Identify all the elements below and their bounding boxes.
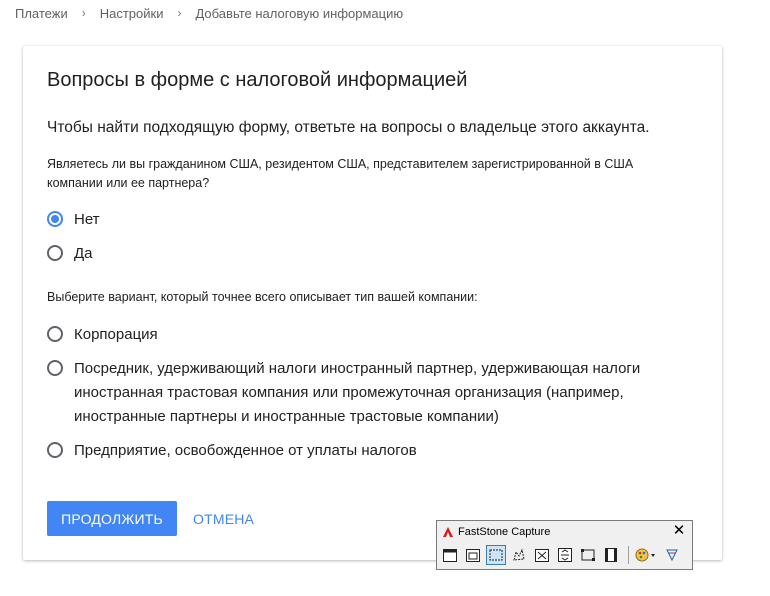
- radio-option-intermediary[interactable]: Посредник, удерживающий налоги иностранн…: [47, 357, 674, 429]
- faststone-title: FastStone Capture: [458, 526, 551, 538]
- breadcrumb-current-page: Добавьте налоговую информацию: [195, 5, 404, 21]
- radio-button-icon[interactable]: [47, 360, 63, 376]
- radio-option-no[interactable]: Нет: [47, 208, 674, 232]
- continue-button[interactable]: ПРОДОЛЖИТЬ: [47, 501, 177, 536]
- toolbar-divider: [628, 546, 629, 564]
- breadcrumb-separator-icon: ›: [81, 6, 86, 20]
- radio-label: Корпорация: [74, 326, 158, 343]
- card-title: Вопросы в форме с налоговой информацией: [47, 69, 468, 91]
- breadcrumb-settings[interactable]: Настройки: [100, 6, 164, 21]
- question-us-person: Являетесь ли вы гражданином США, резиден…: [47, 157, 634, 190]
- freehand-capture-icon[interactable]: [509, 545, 529, 565]
- radio-option-tax-exempt[interactable]: Предприятие, освобожденное от уплаты нал…: [47, 439, 674, 463]
- radio-label: Посредник, удерживающий налоги иностранн…: [74, 360, 641, 425]
- video-capture-icon[interactable]: [601, 545, 621, 565]
- radio-button-icon[interactable]: [47, 245, 63, 261]
- question-company-type: Выберите вариант, который точнее всего о…: [47, 290, 478, 304]
- faststone-titlebar[interactable]: FastStone Capture ✕: [437, 521, 692, 543]
- fullscreen-capture-icon[interactable]: [532, 545, 552, 565]
- breadcrumb-separator-icon: ›: [177, 6, 182, 20]
- faststone-capture-toolbar[interactable]: FastStone Capture ✕: [436, 520, 693, 570]
- radio-label: Предприятие, освобожденное от уплаты нал…: [74, 442, 417, 459]
- object-capture-icon[interactable]: [463, 545, 483, 565]
- faststone-tools: [437, 543, 692, 567]
- radio-label: Нет: [74, 211, 100, 228]
- rectangle-capture-icon[interactable]: [486, 545, 506, 565]
- breadcrumb-payments[interactable]: Платежи: [15, 6, 68, 21]
- scrolling-capture-icon[interactable]: [555, 545, 575, 565]
- faststone-logo-icon: [443, 527, 453, 537]
- cancel-button[interactable]: ОТМЕНА: [183, 501, 264, 536]
- radio-option-yes[interactable]: Да: [47, 242, 674, 266]
- settings-menu-icon[interactable]: [662, 545, 682, 565]
- tax-form-card: Вопросы в форме с налоговой информацией …: [23, 46, 722, 560]
- window-capture-icon[interactable]: [440, 545, 460, 565]
- intro-text: Чтобы найти подходящую форму, ответьте н…: [47, 119, 650, 136]
- fixed-region-capture-icon[interactable]: [578, 545, 598, 565]
- radio-button-icon[interactable]: [47, 442, 63, 458]
- breadcrumb: Платежи › Настройки › Добавьте налоговую…: [15, 4, 403, 22]
- radio-button-checked-icon[interactable]: [47, 211, 63, 227]
- radio-button-icon[interactable]: [47, 326, 63, 342]
- radio-label: Да: [74, 245, 93, 262]
- output-menu-icon[interactable]: [633, 545, 659, 565]
- close-icon[interactable]: ✕: [672, 523, 686, 538]
- radio-option-corporation[interactable]: Корпорация: [47, 323, 674, 347]
